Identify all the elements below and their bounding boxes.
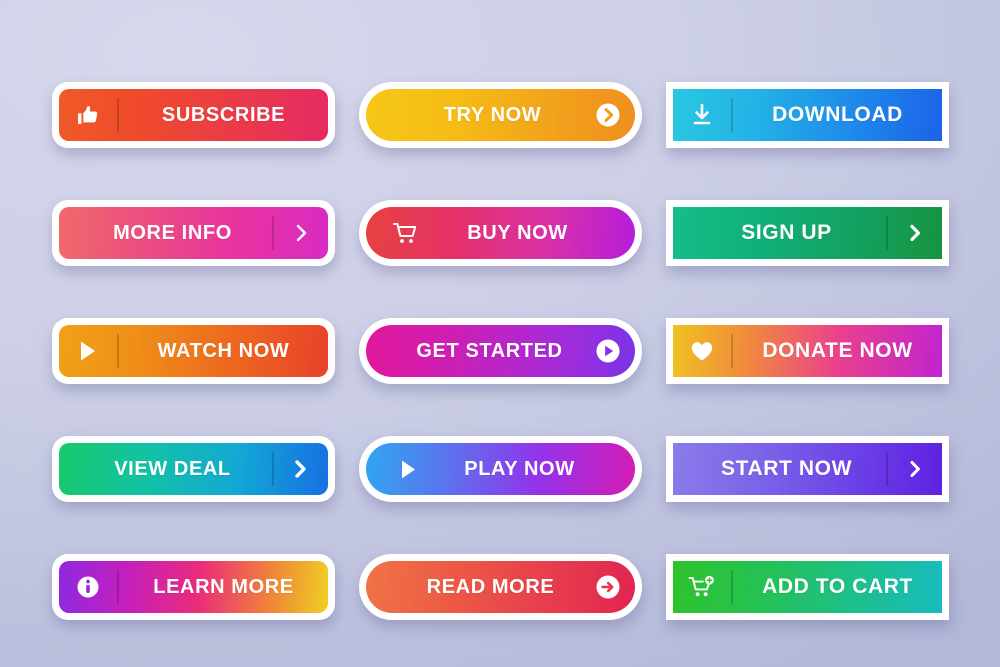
grid-cell: START NOW xyxy=(666,410,949,528)
more-info-label: MORE INFO xyxy=(113,221,232,244)
button-grid: SUBSCRIBE TRY NOW DOWNLOAD MORE INFO BUY… xyxy=(52,56,949,646)
donate-now-label: DONATE NOW xyxy=(762,339,913,362)
more-info-button[interactable]: MORE INFO xyxy=(52,200,335,266)
download-button[interactable]: DOWNLOAD xyxy=(666,82,949,148)
chevron-right-icon xyxy=(274,457,328,481)
heart-icon xyxy=(673,340,731,362)
grid-cell: DOWNLOAD xyxy=(666,56,949,174)
play-now-button[interactable]: PLAY NOW xyxy=(359,436,642,502)
buy-now-label: BUY NOW xyxy=(467,221,568,244)
chevron-right-icon xyxy=(888,222,942,244)
grid-cell: SUBSCRIBE xyxy=(52,56,335,174)
watch-now-button[interactable]: WATCH NOW xyxy=(52,318,335,384)
get-started-button[interactable]: GET STARTED xyxy=(359,318,642,384)
add-to-cart-label: ADD TO CART xyxy=(762,575,913,598)
view-deal-button[interactable]: VIEW DEAL xyxy=(52,436,335,502)
play-now-label: PLAY NOW xyxy=(464,457,575,480)
grid-cell: BUY NOW xyxy=(359,174,642,292)
arrow-right-circle-icon xyxy=(581,574,635,600)
play-circle-icon xyxy=(581,338,635,364)
read-more-button[interactable]: READ MORE xyxy=(359,554,642,620)
grid-cell: SIGN UP xyxy=(666,174,949,292)
try-now-label: TRY NOW xyxy=(443,103,542,126)
play-triangle-icon xyxy=(382,458,434,481)
play-triangle-icon xyxy=(59,339,117,363)
view-deal-label: VIEW DEAL xyxy=(114,457,231,480)
try-now-button[interactable]: TRY NOW xyxy=(359,82,642,148)
learn-more-label: LEARN MORE xyxy=(153,575,294,598)
grid-cell: TRY NOW xyxy=(359,56,642,174)
get-started-label: GET STARTED xyxy=(416,339,563,362)
grid-cell: PLAY NOW xyxy=(359,410,642,528)
add-to-cart-button[interactable]: ADD TO CART xyxy=(666,554,949,620)
button-set-canvas: SUBSCRIBE TRY NOW DOWNLOAD MORE INFO BUY… xyxy=(0,0,1000,667)
subscribe-button[interactable]: SUBSCRIBE xyxy=(52,82,335,148)
grid-cell: ADD TO CART xyxy=(666,528,949,646)
buy-now-button[interactable]: BUY NOW xyxy=(359,200,642,266)
chevron-right-icon xyxy=(888,458,942,480)
add-to-cart-icon xyxy=(673,574,731,600)
chevron-right-circle-icon xyxy=(581,102,635,128)
subscribe-label: SUBSCRIBE xyxy=(161,103,286,126)
grid-cell: DONATE NOW xyxy=(666,292,949,410)
donate-now-button[interactable]: DONATE NOW xyxy=(666,318,949,384)
grid-cell: VIEW DEAL xyxy=(52,410,335,528)
shopping-cart-icon xyxy=(380,220,432,246)
download-arrow-icon xyxy=(673,102,731,128)
sign-up-label: SIGN UP xyxy=(741,221,832,244)
sign-up-button[interactable]: SIGN UP xyxy=(666,200,949,266)
grid-cell: WATCH NOW xyxy=(52,292,335,410)
grid-cell: READ MORE xyxy=(359,528,642,646)
download-label: DOWNLOAD xyxy=(772,103,903,126)
grid-cell: LEARN MORE xyxy=(52,528,335,646)
start-now-label: START NOW xyxy=(721,457,852,480)
read-more-label: READ MORE xyxy=(426,575,555,598)
thumbs-up-icon xyxy=(59,103,117,128)
watch-now-label: WATCH NOW xyxy=(157,339,290,362)
chevron-right-icon xyxy=(274,222,328,244)
grid-cell: MORE INFO xyxy=(52,174,335,292)
info-circle-icon xyxy=(59,575,117,599)
start-now-button[interactable]: START NOW xyxy=(666,436,949,502)
grid-cell: GET STARTED xyxy=(359,292,642,410)
learn-more-button[interactable]: LEARN MORE xyxy=(52,554,335,620)
